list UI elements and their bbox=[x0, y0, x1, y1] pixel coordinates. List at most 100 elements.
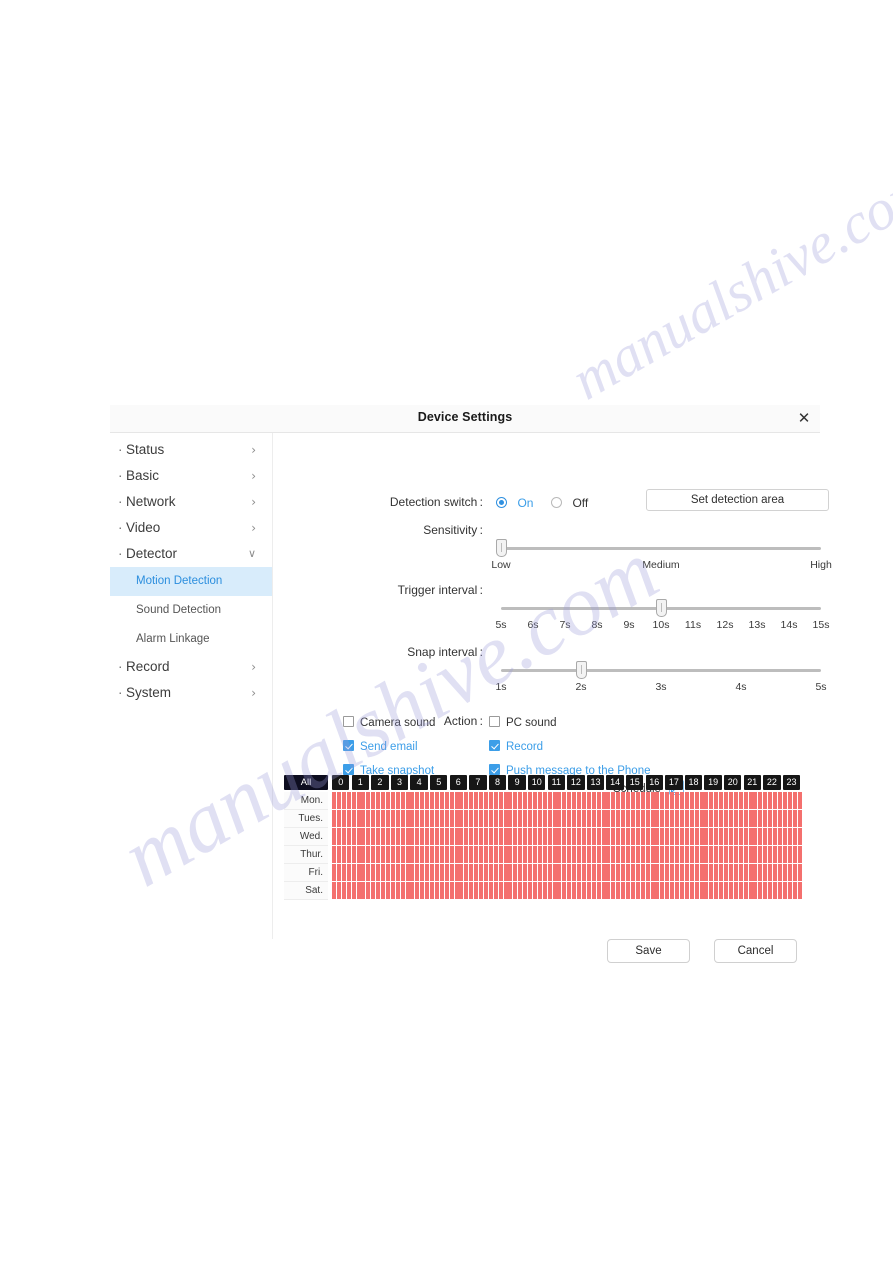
schedule-cell[interactable] bbox=[483, 882, 488, 899]
schedule-cell[interactable] bbox=[390, 864, 395, 881]
schedule-cell[interactable] bbox=[332, 882, 336, 899]
schedule-cell[interactable] bbox=[611, 828, 616, 845]
schedule-cell[interactable] bbox=[748, 882, 753, 899]
schedule-hour-16[interactable]: 16 bbox=[645, 775, 663, 790]
schedule-cell[interactable] bbox=[523, 792, 528, 809]
schedule-day-label-wed[interactable]: Wed. bbox=[284, 828, 328, 846]
schedule-cell[interactable] bbox=[474, 864, 479, 881]
schedule-cell[interactable] bbox=[753, 846, 758, 863]
schedule-cell[interactable] bbox=[660, 828, 665, 845]
schedule-cell[interactable] bbox=[542, 810, 547, 827]
schedule-cell[interactable] bbox=[547, 882, 552, 899]
schedule-cell[interactable] bbox=[336, 828, 341, 845]
schedule-cell[interactable] bbox=[356, 882, 361, 899]
schedule-cell[interactable] bbox=[738, 846, 743, 863]
schedule-cell[interactable] bbox=[572, 810, 577, 827]
schedule-cell[interactable] bbox=[650, 846, 655, 863]
schedule-cell[interactable] bbox=[670, 828, 675, 845]
schedule-cell[interactable] bbox=[626, 792, 630, 809]
schedule-cell[interactable] bbox=[356, 810, 361, 827]
schedule-cell[interactable] bbox=[748, 846, 753, 863]
schedule-hour-14[interactable]: 14 bbox=[606, 775, 624, 790]
schedule-cell[interactable] bbox=[773, 810, 777, 827]
schedule-cell[interactable] bbox=[498, 828, 503, 845]
schedule-cell[interactable] bbox=[748, 864, 753, 881]
schedule-cell[interactable] bbox=[459, 810, 464, 827]
schedule-cell[interactable] bbox=[341, 828, 346, 845]
schedule-cell[interactable] bbox=[400, 792, 405, 809]
schedule-cell[interactable] bbox=[366, 792, 371, 809]
schedule-cell[interactable] bbox=[581, 792, 586, 809]
schedule-cell[interactable] bbox=[420, 810, 425, 827]
schedule-cell[interactable] bbox=[508, 864, 513, 881]
schedule-cell[interactable] bbox=[635, 882, 640, 899]
schedule-hour-2[interactable]: 2 bbox=[371, 775, 389, 790]
sidebar-subitem-sound-detection[interactable]: Sound Detection bbox=[110, 596, 272, 625]
schedule-cell[interactable] bbox=[434, 846, 439, 863]
schedule-cell[interactable] bbox=[405, 792, 410, 809]
schedule-cell[interactable] bbox=[371, 810, 376, 827]
schedule-cell[interactable] bbox=[586, 792, 591, 809]
schedule-cell[interactable] bbox=[376, 810, 381, 827]
schedule-cell[interactable] bbox=[792, 882, 797, 899]
schedule-cell[interactable] bbox=[572, 828, 577, 845]
schedule-cell[interactable] bbox=[665, 810, 670, 827]
schedule-cell[interactable] bbox=[768, 792, 773, 809]
schedule-cell[interactable] bbox=[356, 864, 361, 881]
schedule-cell[interactable] bbox=[366, 882, 371, 899]
schedule-cell[interactable] bbox=[596, 882, 601, 899]
schedule-cell[interactable] bbox=[650, 792, 655, 809]
schedule-cell[interactable] bbox=[503, 792, 508, 809]
schedule-cell[interactable] bbox=[474, 792, 479, 809]
schedule-cell[interactable] bbox=[444, 846, 449, 863]
schedule-cell[interactable] bbox=[787, 828, 792, 845]
schedule-cell[interactable] bbox=[768, 828, 773, 845]
schedule-cell[interactable] bbox=[777, 828, 782, 845]
schedule-cell[interactable] bbox=[376, 864, 381, 881]
schedule-cell[interactable] bbox=[640, 846, 645, 863]
schedule-cell[interactable] bbox=[630, 864, 635, 881]
schedule-cell[interactable] bbox=[336, 864, 341, 881]
schedule-cell[interactable] bbox=[621, 810, 626, 827]
schedule-cell[interactable] bbox=[635, 792, 640, 809]
schedule-cell[interactable] bbox=[650, 810, 655, 827]
schedule-cell[interactable] bbox=[699, 828, 704, 845]
schedule-cell[interactable] bbox=[532, 864, 537, 881]
schedule-cell[interactable] bbox=[660, 864, 665, 881]
schedule-cell[interactable] bbox=[689, 882, 694, 899]
schedule-hour-9[interactable]: 9 bbox=[508, 775, 526, 790]
schedule-cell[interactable] bbox=[679, 882, 684, 899]
schedule-cell[interactable] bbox=[606, 846, 611, 863]
schedule-cell[interactable] bbox=[366, 810, 371, 827]
schedule-cell[interactable] bbox=[381, 882, 385, 899]
schedule-cell[interactable] bbox=[523, 864, 528, 881]
schedule-cell[interactable] bbox=[630, 828, 635, 845]
schedule-cell[interactable] bbox=[557, 846, 562, 863]
schedule-cell[interactable] bbox=[508, 828, 513, 845]
schedule-cell[interactable] bbox=[488, 882, 493, 899]
schedule-cell[interactable] bbox=[738, 828, 743, 845]
schedule-cell[interactable] bbox=[493, 864, 498, 881]
schedule-cell[interactable] bbox=[567, 864, 572, 881]
schedule-cell[interactable] bbox=[630, 792, 635, 809]
schedule-cell[interactable] bbox=[346, 846, 351, 863]
schedule-cell[interactable] bbox=[464, 792, 469, 809]
schedule-cell[interactable] bbox=[381, 810, 385, 827]
schedule-cell[interactable] bbox=[557, 864, 562, 881]
schedule-cell[interactable] bbox=[405, 882, 410, 899]
schedule-cell[interactable] bbox=[356, 792, 361, 809]
schedule-cell[interactable] bbox=[469, 882, 474, 899]
schedule-cell[interactable] bbox=[650, 828, 655, 845]
schedule-cell[interactable] bbox=[738, 882, 743, 899]
schedule-cell[interactable] bbox=[332, 864, 336, 881]
schedule-cell[interactable] bbox=[694, 864, 699, 881]
schedule-cell[interactable] bbox=[537, 882, 542, 899]
schedule-cell[interactable] bbox=[675, 882, 679, 899]
schedule-cell[interactable] bbox=[743, 828, 748, 845]
schedule-cell[interactable] bbox=[581, 846, 586, 863]
schedule-cell[interactable] bbox=[449, 846, 454, 863]
schedule-cell[interactable] bbox=[655, 864, 660, 881]
schedule-cell[interactable] bbox=[709, 810, 714, 827]
schedule-cell[interactable] bbox=[675, 864, 679, 881]
schedule-cell[interactable] bbox=[753, 864, 758, 881]
